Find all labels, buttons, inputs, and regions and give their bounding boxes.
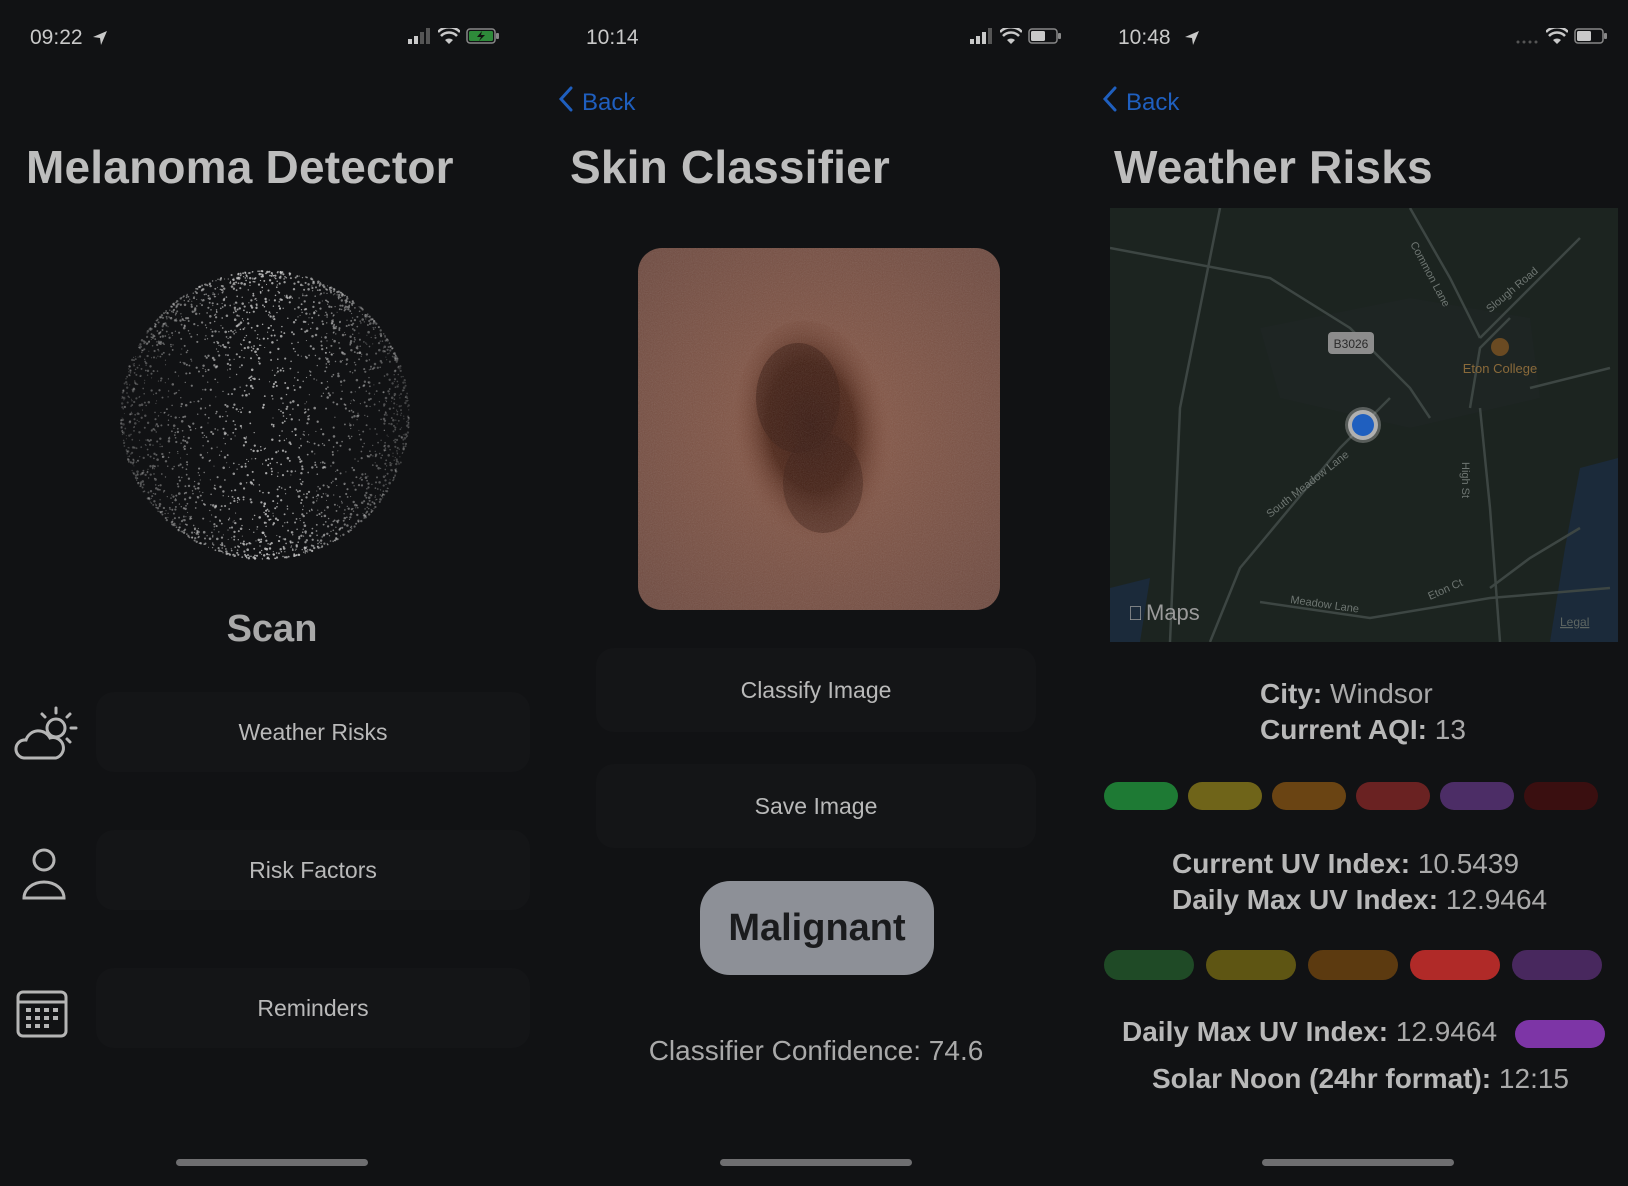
weather-risks-screen: 10:48 Back Weather Risks Common Lane Slo… (1088, 0, 1628, 1186)
uv-current-value: 10.5439 (1417, 848, 1520, 879)
classification-result-badge: Malignant (700, 881, 934, 975)
cellular-signal-icon (970, 28, 994, 49)
scale-segment (1104, 782, 1178, 810)
page-title: Weather Risks (1114, 141, 1433, 193)
scale-segment (1524, 782, 1598, 810)
status-bar: 10:48 (1088, 22, 1628, 52)
wifi-icon (437, 25, 461, 49)
scale-segment (1512, 950, 1602, 980)
svg-text::  (1128, 603, 1143, 625)
status-time: 09:22 (30, 26, 83, 49)
scale-segment (1440, 782, 1514, 810)
battery-icon (1574, 28, 1608, 49)
solar-noon-row: Solar Noon (24hr format): 12:15 (1152, 1061, 1628, 1097)
map-poi-label: Eton College (1463, 361, 1537, 376)
scan-label: Scan (226, 608, 318, 650)
reminders-label: Reminders (257, 994, 369, 1021)
scale-segment (1104, 950, 1194, 980)
aqi-value: 13 (1434, 714, 1466, 745)
home-indicator[interactable] (176, 1159, 368, 1166)
status-bar: 09:22 (0, 22, 544, 52)
page-title: Skin Classifier (570, 141, 891, 193)
classify-image-label: Classify Image (740, 676, 892, 703)
uv-max-indicator (1514, 1019, 1605, 1048)
wifi-icon (999, 25, 1023, 49)
classify-image-button[interactable]: Classify Image (596, 648, 1036, 732)
skin-classifier-screen: 10:14 Back Skin Classifier Classify Imag… (544, 0, 1088, 1186)
scale-segment (1206, 950, 1296, 980)
location-map[interactable]: Common Lane Slough Road South Meadow Lan… (1110, 208, 1618, 642)
city-value: Windsor (1330, 678, 1433, 709)
scale-segment (1356, 782, 1430, 810)
weather-risks-button[interactable]: Weather Risks (96, 692, 530, 772)
legal-link: Legal (1560, 615, 1589, 629)
scale-segment (1272, 782, 1346, 810)
uv-max-label: Daily Max UV Index: (1172, 884, 1439, 915)
location-info: City: Windsor Current AQI: 13 (1260, 676, 1628, 748)
risk-factors-label: Risk Factors (249, 856, 377, 883)
maps-attribution: Maps (1146, 600, 1200, 625)
calendar-icon (6, 980, 78, 1052)
home-indicator[interactable] (720, 1159, 912, 1166)
scan-sphere-button[interactable] (118, 268, 428, 578)
uv-max-value-2: 12.9464 (1395, 1016, 1498, 1047)
wifi-icon (1545, 25, 1569, 49)
battery-charging-icon (466, 28, 500, 49)
menu-item-risk-factors[interactable]: Risk Factors (0, 822, 544, 942)
classification-result-label: Malignant (728, 906, 906, 949)
uv-max-row: Daily Max UV Index: 12.9464 (1122, 1014, 1628, 1050)
back-button[interactable]: Back (1102, 86, 1179, 119)
reminders-button[interactable]: Reminders (96, 968, 530, 1048)
chevron-left-icon (558, 86, 574, 119)
chevron-left-icon (1102, 86, 1118, 119)
scale-segment (1188, 782, 1262, 810)
melanoma-detector-screen: 09:22 Melanoma Detector Scan Weather Ris… (0, 0, 544, 1186)
menu-item-weather-risks[interactable]: Weather Risks (0, 684, 544, 804)
solar-noon-value: 12:15 (1498, 1063, 1569, 1094)
cloud-sun-icon (12, 702, 84, 774)
back-button[interactable]: Back (558, 86, 635, 119)
scale-segment (1308, 950, 1398, 980)
risk-factors-button[interactable]: Risk Factors (96, 830, 530, 910)
home-indicator[interactable] (1262, 1159, 1454, 1166)
menu-item-reminders[interactable]: Reminders (0, 960, 544, 1080)
no-signal-icon (1516, 28, 1540, 49)
page-title: Melanoma Detector (26, 141, 454, 193)
uv-color-scale (1104, 950, 1628, 980)
map-road-label: High St (1459, 462, 1471, 498)
uv-max-label-2: Daily Max UV Index: (1122, 1016, 1389, 1047)
status-time: 10:14 (586, 26, 639, 49)
map-road-badge: B3026 (1334, 337, 1369, 351)
status-time: 10:48 (1118, 26, 1171, 49)
classifier-confidence: Classifier Confidence: 74.6 (648, 1035, 984, 1066)
save-image-button[interactable]: Save Image (596, 764, 1036, 848)
weather-risks-label: Weather Risks (238, 718, 388, 745)
save-image-label: Save Image (754, 792, 878, 819)
uv-max-value: 12.9464 (1445, 884, 1548, 915)
scale-segment (1410, 950, 1500, 980)
solar-noon-label: Solar Noon (24hr format): (1152, 1063, 1492, 1094)
location-arrow-icon (1184, 30, 1200, 51)
uv-current-label: Current UV Index: (1172, 848, 1411, 879)
back-label: Back (1126, 88, 1180, 116)
aqi-label: Current AQI: (1260, 714, 1427, 745)
skin-lesion-image (638, 248, 1000, 610)
aqi-color-scale (1104, 782, 1628, 810)
status-bar: 10:14 (544, 22, 1088, 52)
person-icon (8, 840, 80, 912)
uv-info: Current UV Index: 10.5439 Daily Max UV I… (1172, 846, 1628, 918)
battery-icon (1028, 28, 1062, 49)
location-arrow-icon (92, 30, 108, 51)
city-label: City: (1260, 678, 1323, 709)
cellular-signal-icon (408, 28, 432, 49)
back-label: Back (582, 88, 636, 116)
